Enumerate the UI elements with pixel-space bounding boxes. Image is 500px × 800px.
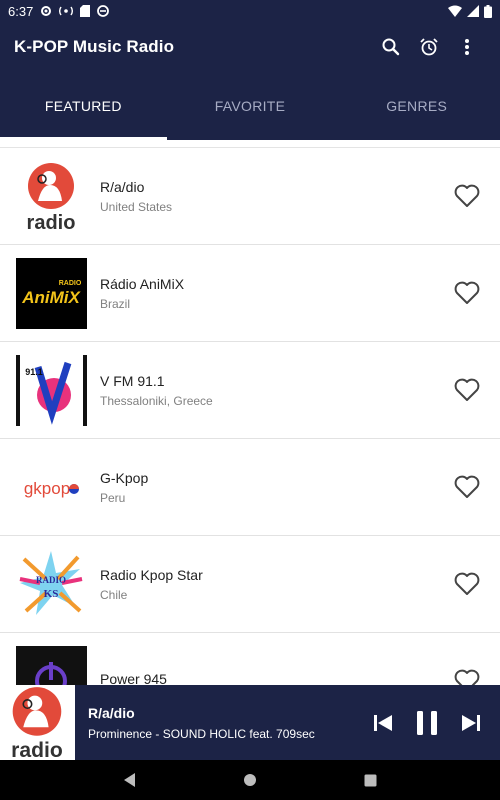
logo-text: RADIO [36, 575, 66, 585]
animix-logo: RADIO AniMiX [16, 257, 87, 329]
logo-small-text: KS [44, 588, 59, 600]
player-station-name: R/a/dio [88, 704, 135, 721]
station-name: R/a/dio [100, 178, 145, 195]
favorite-heart-icon[interactable] [450, 470, 484, 504]
favorite-heart-icon[interactable] [450, 567, 484, 601]
skip-next-icon[interactable] [452, 704, 490, 742]
logo-text: radio [11, 739, 63, 760]
station-row[interactable]: radio R/a/dio United States [0, 148, 500, 245]
tab-featured[interactable]: FEATURED [0, 72, 167, 140]
pause-icon[interactable] [408, 704, 446, 742]
signal-icon [467, 5, 479, 17]
system-nav-bar [0, 760, 500, 800]
favorite-heart-icon[interactable] [450, 664, 484, 685]
sync-icon [97, 5, 110, 17]
tab-favorite[interactable]: FAVORITE [167, 72, 334, 140]
tab-bar: FEATURED FAVORITE GENRES [0, 72, 500, 140]
favorite-heart-icon[interactable] [450, 373, 484, 407]
station-row[interactable]: 91.1 V FM 91.1 Thessaloniki, Greece [0, 342, 500, 439]
station-location: Thessaloniki, Greece [100, 393, 213, 408]
mini-player[interactable]: radio R/a/dio Prominence - SOUND HOLIC f… [0, 685, 500, 760]
home-icon[interactable] [230, 760, 270, 800]
favorite-heart-icon[interactable] [450, 276, 484, 310]
radio-girl-logo: radio [16, 161, 87, 232]
station-row[interactable]: gkpop G-Kpop Peru [0, 439, 500, 536]
power-logo [16, 645, 87, 685]
logo-text: gkpop [24, 479, 70, 498]
station-name: Power 945 [100, 670, 167, 686]
player-track-title: Prominence - SOUND HOLIC feat. 709sec [88, 726, 315, 741]
logo-text: 91.1 [25, 367, 43, 377]
station-row[interactable]: RADIO AniMiX Rádio AniMiX Brazil [0, 245, 500, 342]
alarm-icon[interactable] [410, 28, 448, 66]
logo-small-text: RADIO [59, 280, 82, 287]
station-name: G-Kpop [100, 469, 149, 486]
station-location: Brazil [100, 296, 131, 311]
station-list[interactable]: radio R/a/dio United States RADIO AniMiX… [0, 140, 500, 685]
recents-icon[interactable] [350, 760, 390, 800]
radio-girl-logo: radio [0, 685, 75, 760]
tab-label: FAVORITE [214, 98, 286, 114]
favorite-heart-icon[interactable] [450, 179, 484, 213]
station-name: Radio Kpop Star [100, 566, 203, 583]
station-name: V FM 91.1 [100, 372, 165, 389]
status-time: 6:37 [8, 3, 34, 19]
station-location: United States [100, 199, 173, 214]
back-icon[interactable] [110, 760, 150, 800]
battery-icon [484, 4, 492, 18]
vfm-logo: 91.1 [16, 354, 87, 426]
settings-gear-icon [40, 5, 52, 17]
search-icon[interactable] [372, 28, 410, 66]
tab-genres[interactable]: GENRES [333, 72, 500, 140]
app-bar: K-POP Music Radio [0, 22, 500, 72]
station-location: Chile [100, 587, 128, 602]
station-row[interactable]: Power 945 [0, 633, 500, 685]
logo-text: radio [27, 212, 76, 232]
sd-card-icon [80, 5, 91, 17]
divider [0, 140, 500, 148]
wifi-icon [448, 5, 462, 17]
logo-text: AniMiX [21, 288, 81, 307]
wireless-icon [59, 5, 74, 17]
station-row[interactable]: RADIO KS Radio Kpop Star Chile [0, 536, 500, 633]
gkpop-logo: gkpop [16, 451, 87, 523]
tab-label: FEATURED [44, 98, 122, 114]
more-vert-icon[interactable] [448, 28, 486, 66]
status-bar: 6:37 [0, 0, 500, 22]
tab-label: GENRES [386, 98, 448, 114]
kpop-star-logo: RADIO KS [16, 548, 87, 620]
station-location: Peru [100, 490, 126, 505]
skip-previous-icon[interactable] [364, 704, 402, 742]
station-name: Rádio AniMiX [100, 275, 185, 292]
app-title: K-POP Music Radio [14, 37, 175, 56]
